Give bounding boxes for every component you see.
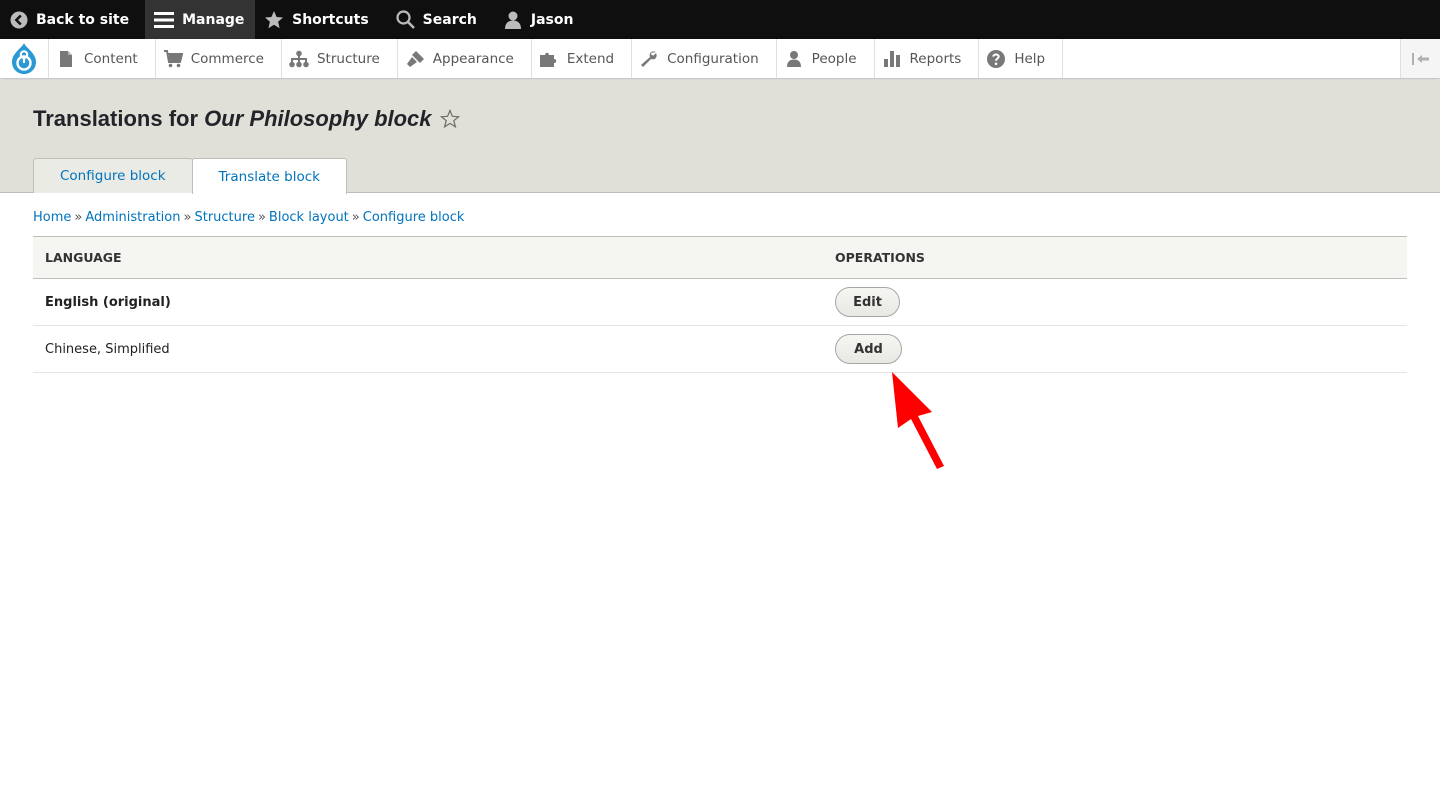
primary-tabs: Configure block Translate block [33,158,347,194]
translations-table: Language Operations English (original) E… [33,236,1407,373]
menu-item-label: Content [84,50,138,67]
breadcrumb-configure-block[interactable]: Configure block [363,210,465,225]
language-cell: English (original) [33,278,823,326]
breadcrumb-administration[interactable]: Administration [85,210,180,225]
table-row: English (original) Edit [33,278,1407,326]
tray-orientation-toggle[interactable] [1400,39,1440,78]
shortcuts-tab[interactable]: Shortcuts [255,0,385,39]
puzzle-icon [539,49,559,69]
breadcrumb-separator: » [351,210,360,225]
page-header: Translations for Our Philosophy block Co… [0,80,1440,194]
language-cell: Chinese, Simplified [33,325,823,373]
menu-item-configuration[interactable]: Configuration [632,39,777,78]
user-tab[interactable]: Jason [495,0,574,39]
cart-icon [163,49,183,69]
sitemap-icon [289,49,309,69]
hamburger-menu-icon [154,10,175,30]
search-label: Search [422,11,477,28]
collapse-left-icon [1411,52,1429,65]
user-icon [503,10,523,30]
menu-item-reports[interactable]: Reports [875,39,980,78]
breadcrumb-separator: » [183,210,192,225]
menu-item-label: People [811,50,857,67]
breadcrumb-separator: » [257,210,266,225]
wrench-icon [639,49,659,69]
add-button[interactable]: Add [835,334,902,364]
breadcrumb-home[interactable]: Home [33,210,71,225]
column-header-language: Language [33,236,823,279]
page-title-entity: Our Philosophy block [204,106,432,131]
back-to-site-label: Back to site [36,11,130,28]
toolbar-bar: Back to site Manage Shortcuts Search Jas… [0,0,1440,39]
operations-cell: Edit [823,278,1407,326]
menu-item-people[interactable]: People [777,39,875,78]
tab-configure-block[interactable]: Configure block [33,158,193,193]
menu-item-label: Configuration [667,50,759,67]
menu-item-extend[interactable]: Extend [532,39,633,78]
menu-item-label: Help [1014,50,1046,67]
menu-item-content[interactable]: Content [49,39,156,78]
star-icon [264,10,284,30]
page-title-prefix: Translations for [33,106,199,131]
menu-item-help[interactable]: Help [979,39,1064,78]
drupal-logo[interactable] [0,39,49,78]
operations-cell: Add [823,325,1407,373]
table-row: Chinese, Simplified Add [33,325,1407,373]
column-header-operations: Operations [823,236,1407,279]
menu-item-label: Commerce [190,50,264,67]
menu-item-appearance[interactable]: Appearance [398,39,532,78]
tray-spacer [1063,39,1400,78]
help-icon [986,49,1006,69]
menu-item-structure[interactable]: Structure [282,39,398,78]
menu-item-label: Reports [909,50,962,67]
annotation-arrow-icon [892,372,944,469]
breadcrumb-structure[interactable]: Structure [194,210,254,225]
menu-item-label: Extend [566,50,615,67]
table-header-row: Language Operations [33,236,1407,279]
page-title: Translations for Our Philosophy block [33,106,460,132]
admin-menu-tray: Content Commerce Structure Appearance Ex… [0,39,1440,79]
arrow-left-circle-icon [10,11,28,29]
drupal-drop-icon [12,43,36,74]
file-icon [56,49,76,69]
menu-item-label: Appearance [432,50,514,67]
shortcut-star-icon[interactable] [439,109,460,129]
manage-label: Manage [182,11,245,28]
shortcuts-label: Shortcuts [292,11,369,28]
manage-tab[interactable]: Manage [145,0,256,39]
menu-item-label: Structure [316,50,380,67]
breadcrumb: Home» Administration» Structure» Block layo… [33,210,464,225]
breadcrumb-separator: » [74,210,83,225]
menu-item-commerce[interactable]: Commerce [156,39,282,78]
paintbrush-icon [405,49,425,69]
search-tab[interactable]: Search [385,0,495,39]
user-label: Jason [530,11,574,28]
edit-button[interactable]: Edit [835,287,900,317]
back-to-site-link[interactable]: Back to site [0,0,145,39]
search-icon [396,10,415,29]
tab-translate-block[interactable]: Translate block [191,158,347,194]
bar-chart-icon [882,49,902,69]
person-icon [784,49,804,69]
breadcrumb-block-layout[interactable]: Block layout [269,210,349,225]
